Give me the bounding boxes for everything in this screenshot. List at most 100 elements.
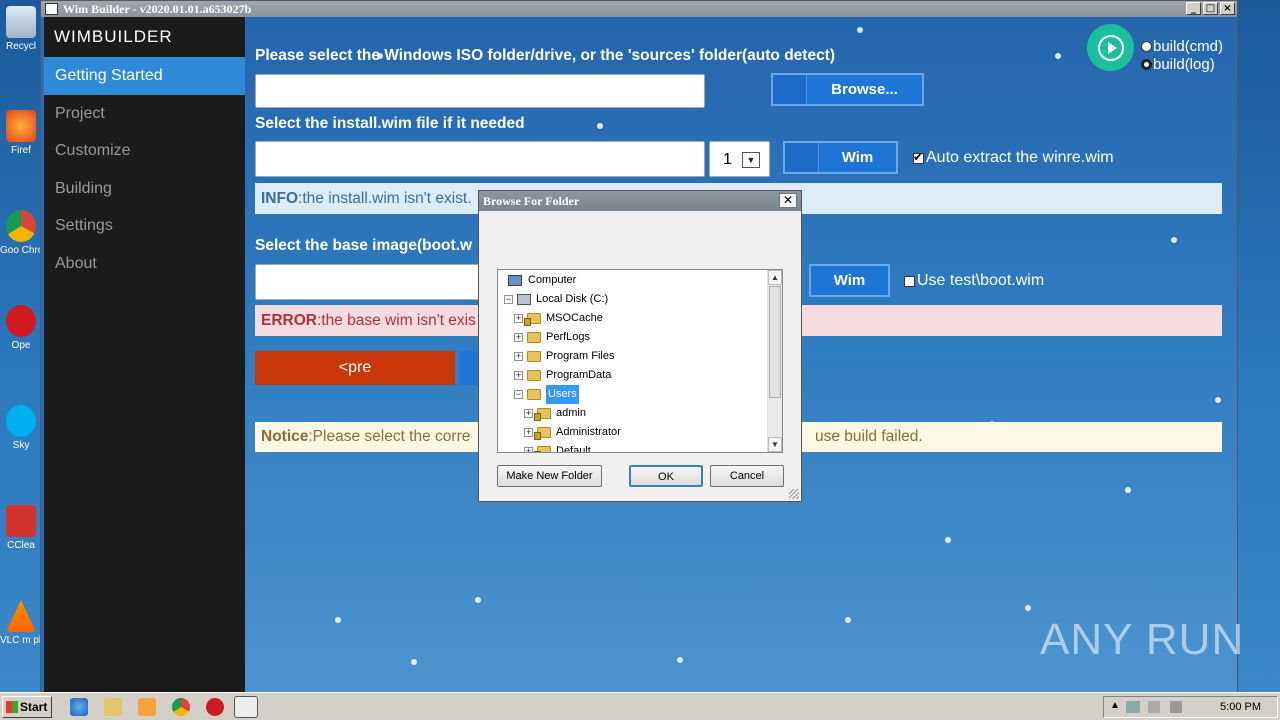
- error-prefix: ERROR: [261, 311, 317, 329]
- expand-icon[interactable]: +: [524, 409, 533, 418]
- chrome-icon[interactable]: Goo Chro: [0, 210, 42, 256]
- expand-icon[interactable]: +: [514, 371, 523, 380]
- iso-path-input[interactable]: [255, 74, 705, 108]
- notice-tail: use build failed.: [815, 428, 923, 445]
- install-wim-input[interactable]: [255, 141, 705, 177]
- tree-item-label-selected: Users: [546, 385, 579, 404]
- scroll-up-icon[interactable]: ▲: [768, 270, 782, 285]
- expand-icon[interactable]: +: [514, 333, 523, 342]
- install-wim-button[interactable]: Wim: [783, 141, 898, 174]
- recycle-bin-icon[interactable]: Recycl: [0, 6, 42, 52]
- nav-settings[interactable]: Settings: [44, 207, 245, 245]
- clock[interactable]: 5:00 PM: [1220, 701, 1261, 713]
- tray-arrow-icon[interactable]: ▲: [1110, 700, 1120, 711]
- nav-customize[interactable]: Customize: [44, 132, 245, 170]
- windows-logo-icon: [6, 701, 18, 713]
- window-titlebar[interactable]: Wim Builder - v2020.01.01.a653027b _ □ ×: [41, 1, 1237, 17]
- expand-icon[interactable]: +: [524, 447, 533, 452]
- start-label: Start: [20, 700, 48, 714]
- make-new-folder-button[interactable]: Make New Folder: [497, 465, 602, 487]
- run-button[interactable]: [1087, 24, 1134, 71]
- opera-taskbar-icon[interactable]: [206, 698, 224, 716]
- scroll-down-icon[interactable]: ▼: [768, 437, 782, 452]
- flag-icon[interactable]: [1170, 701, 1182, 713]
- build-cmd-radio[interactable]: build(cmd): [1141, 38, 1223, 55]
- taskbar: Start ▲ 5:00 PM: [0, 692, 1280, 720]
- tree-item-label: ProgramData: [546, 369, 612, 381]
- snowflake: [1171, 237, 1177, 243]
- tree-item-admin[interactable]: + admin: [524, 404, 586, 423]
- nav-about[interactable]: About: [44, 245, 245, 283]
- tree-item-label: PerfLogs: [546, 331, 591, 343]
- collapse-icon[interactable]: −: [514, 390, 523, 399]
- desktop-icon-label: VLC m play: [0, 635, 42, 646]
- nav-project[interactable]: Project: [44, 95, 245, 133]
- start-button[interactable]: Start: [2, 696, 52, 718]
- dialog-titlebar[interactable]: Browse For Folder: [479, 191, 801, 211]
- build-log-radio[interactable]: build(log): [1141, 56, 1215, 73]
- window-title: Wim Builder - v2020.01.01.a653027b: [63, 2, 252, 16]
- pre-button[interactable]: <pre: [255, 351, 455, 385]
- wimbuilder-taskbar-button[interactable]: [234, 696, 258, 718]
- dialog-title: Browse For Folder: [483, 194, 580, 208]
- collapse-icon[interactable]: −: [504, 295, 513, 304]
- tree-item-label: Administrator: [556, 426, 621, 438]
- resize-grip-icon[interactable]: [789, 489, 799, 499]
- base-wim-button[interactable]: Wim: [809, 264, 890, 297]
- firefox-icon[interactable]: Firef: [0, 110, 42, 156]
- dialog-close-button[interactable]: ✕: [779, 193, 797, 208]
- info-prefix: INFO: [261, 189, 299, 207]
- vlc-icon[interactable]: VLC m play: [0, 600, 42, 646]
- snowflake: [857, 27, 863, 33]
- iso-folder-label: Please select the Windows ISO folder/dri…: [255, 47, 836, 64]
- expand-icon[interactable]: +: [524, 428, 533, 437]
- desktop-icon-label: Ope: [11, 340, 31, 351]
- ie-icon[interactable]: [70, 698, 88, 716]
- tree-scrollbar[interactable]: ▲ ▼: [767, 270, 782, 452]
- tree-item-users[interactable]: − Users: [514, 385, 579, 404]
- nav-getting-started[interactable]: Getting Started: [44, 57, 245, 95]
- chrome-taskbar-icon[interactable]: [172, 698, 190, 716]
- auto-extract-checkbox[interactable]: Auto extract the winre.wim: [913, 149, 1114, 167]
- explorer-icon[interactable]: [104, 698, 122, 716]
- use-test-label: Use test\boot.wim: [917, 272, 1045, 289]
- tree-item-administrator[interactable]: + Administrator: [524, 423, 621, 442]
- radio-icon: [1141, 41, 1152, 52]
- opera-icon[interactable]: Ope: [0, 305, 42, 351]
- browse-button[interactable]: Browse...: [771, 73, 924, 106]
- scroll-thumb[interactable]: [769, 286, 781, 398]
- base-image-label: Select the base image(boot.w: [255, 237, 473, 254]
- use-test-checkbox[interactable]: Use test\boot.wim: [904, 272, 1044, 290]
- media-player-icon[interactable]: [138, 698, 156, 716]
- ok-button[interactable]: OK: [629, 465, 703, 487]
- expand-icon[interactable]: +: [514, 314, 523, 323]
- checkbox-checked-icon: [913, 150, 924, 164]
- desktop-icon-label: CClea: [7, 540, 35, 551]
- wim-index-value: 1: [723, 151, 732, 168]
- tree-item-program-files[interactable]: + Program Files: [514, 347, 614, 366]
- snowflake: [845, 617, 851, 623]
- wim-index-select[interactable]: 1 ▼: [709, 141, 770, 177]
- tree-item-msocache[interactable]: + MSOCache: [514, 309, 603, 328]
- tree-item-computer[interactable]: Computer: [508, 271, 576, 290]
- maximize-button[interactable]: □: [1203, 2, 1218, 15]
- tree-item-local-disk[interactable]: − Local Disk (C:): [504, 290, 608, 309]
- tree-item-programdata[interactable]: + ProgramData: [514, 366, 611, 385]
- expand-icon[interactable]: +: [514, 352, 523, 361]
- close-button[interactable]: ×: [1220, 2, 1235, 15]
- locked-folder-icon: [524, 313, 541, 326]
- tree-item-default[interactable]: + Default: [524, 442, 591, 452]
- folder-tree[interactable]: Computer − Local Disk (C:) + MSOCache + Per…: [497, 269, 783, 453]
- network-icon[interactable]: [1126, 701, 1140, 713]
- browse-folder-dialog: Browse For Folder ✕ Computer − Local Disk…: [478, 190, 802, 502]
- volume-icon[interactable]: [1148, 701, 1160, 713]
- ccleaner-icon[interactable]: CClea: [0, 505, 42, 551]
- locked-folder-icon: [534, 427, 551, 440]
- drive-icon: [517, 294, 531, 305]
- tree-item-perflogs[interactable]: + PerfLogs: [514, 328, 590, 347]
- skype-icon[interactable]: Sky: [0, 405, 42, 451]
- locked-folder-icon: [534, 446, 551, 452]
- nav-building[interactable]: Building: [44, 170, 245, 208]
- cancel-button[interactable]: Cancel: [710, 465, 784, 487]
- minimize-button[interactable]: _: [1186, 2, 1201, 15]
